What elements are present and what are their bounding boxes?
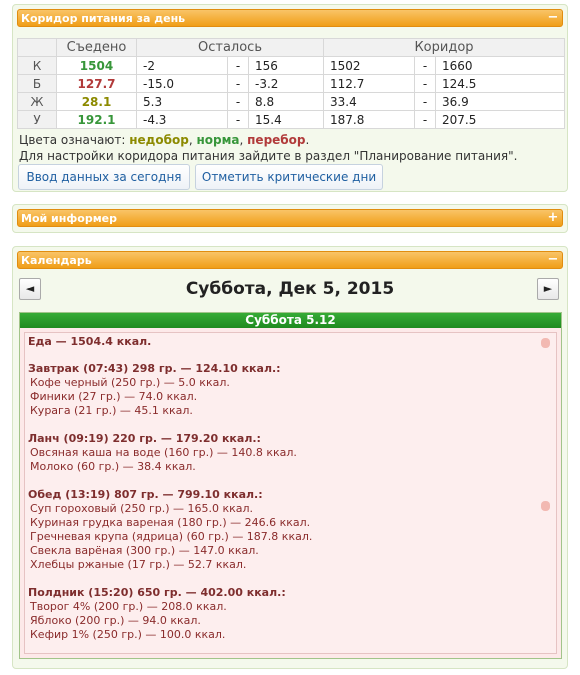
table-corner-cell (17, 38, 57, 57)
arrow-right-icon: ► (543, 282, 553, 295)
corridor-max: 1660 (435, 56, 565, 75)
range-separator: - (414, 74, 436, 93)
range-separator: - (414, 56, 436, 75)
table-row: Ж 28.1 5.3 - 8.8 33.4 - 36.9 (17, 92, 565, 111)
remaining-max: -3.2 (248, 74, 324, 93)
meal-item: Свекла варёная (300 гр.) — 147.0 ккал. (30, 544, 259, 557)
eaten-value: 1504 (56, 56, 137, 75)
corridor-panel-header[interactable]: Коридор питания за день − (17, 9, 563, 27)
planning-info-text: Для настройки коридора питания зайдите в… (19, 149, 518, 163)
eaten-value: 28.1 (56, 92, 137, 111)
input-today-button[interactable]: Ввод данных за сегодня (18, 164, 190, 190)
color-legend: Цвета означают: недобор, норма, перебор. (19, 133, 309, 147)
corridor-max: 207.5 (435, 110, 565, 129)
corridor-panel: Коридор питания за день − Съедено Остало… (12, 4, 568, 192)
meal-item: Творог 4% (200 гр.) — 208.0 ккал. (30, 600, 227, 613)
corridor-min: 187.8 (323, 110, 415, 129)
day-header: Суббота 5.12 (20, 313, 561, 328)
meal-item: Финики (27 гр.) — 74.0 ккал. (30, 390, 198, 403)
meal-item: Суп гороховый (250 гр.) — 165.0 ккал. (30, 502, 254, 515)
meal-snack: Полдник (15:20) 650 гр. — 402.00 ккал.: (28, 586, 286, 599)
mark-critical-days-button[interactable]: Отметить критические дни (195, 164, 383, 190)
range-separator: - (227, 92, 249, 111)
meal-item: Молоко (60 гр.) — 38.4 ккал. (30, 460, 196, 473)
corridor-panel-title: Коридор питания за день (21, 12, 186, 25)
legend-norm: норма (196, 133, 240, 147)
meal-item: Гречневая крупа (ядрица) (60 гр.) — 187.… (30, 530, 313, 543)
corridor-table-header-row: Съедено Осталось Коридор (17, 38, 565, 57)
remaining-max: 156 (248, 56, 324, 75)
meal-item: Кефир 1% (250 гр.) — 100.0 ккал. (30, 628, 226, 641)
remaining-min: -2 (136, 56, 228, 75)
day-total: Еда — 1504.4 ккал. (28, 335, 152, 348)
expand-icon[interactable]: + (547, 210, 559, 226)
legend-prefix: Цвета означают: (19, 133, 130, 147)
table-row: К 1504 -2 - 156 1502 - 1660 (17, 56, 565, 75)
meal-item: Курага (21 гр.) — 45.1 ккал. (30, 404, 193, 417)
informer-panel: Мой информер + (12, 204, 568, 233)
row-label: Б (17, 74, 57, 93)
calendar-nav: ◄ Суббота, Дек 5, 2015 ► (17, 276, 563, 306)
range-separator: - (227, 110, 249, 129)
range-separator: - (227, 56, 249, 75)
meal-item: Хлебцы ржаные (17 гр.) — 52.7 ккал. (30, 558, 247, 571)
meal-item: Яблоко (200 гр.) — 94.0 ккал. (30, 614, 201, 627)
table-row: Б 127.7 -15.0 - -3.2 112.7 - 124.5 (17, 74, 565, 93)
meal-item: Куриная грудка вареная (180 гр.) — 246.6… (30, 516, 311, 529)
calendar-panel-title: Календарь (21, 254, 92, 267)
remaining-min: -4.3 (136, 110, 228, 129)
remaining-min: -15.0 (136, 74, 228, 93)
meal-dinner: Обед (13:19) 807 гр. — 799.10 ккал.: (28, 488, 263, 501)
meal-item: Овсяная каша на воде (160 гр.) — 140.8 к… (30, 446, 297, 459)
remaining-max: 8.8 (248, 92, 324, 111)
meal-breakfast: Завтрак (07:43) 298 гр. — 124.10 ккал.: (28, 362, 281, 375)
hand-pointer-icon (541, 501, 550, 511)
table-row: У 192.1 -4.3 - 15.4 187.8 - 207.5 (17, 110, 565, 129)
col-header-corridor: Коридор (323, 38, 565, 57)
meal-item: Кофе черный (250 гр.) — 5.0 ккал. (30, 376, 230, 389)
corridor-min: 112.7 (323, 74, 415, 93)
row-label: К (17, 56, 57, 75)
calendar-date-title: Суббота, Дек 5, 2015 (185, 279, 395, 299)
meal-lunch: Ланч (09:19) 220 гр. — 179.20 ккал.: (28, 432, 261, 445)
collapse-icon[interactable]: − (547, 252, 559, 268)
day-content: Еда — 1504.4 ккал. Завтрак (07:43) 298 г… (24, 332, 557, 654)
corridor-max: 36.9 (435, 92, 565, 111)
corridor-min: 1502 (323, 56, 415, 75)
row-label: У (17, 110, 57, 129)
calendar-panel: Календарь − ◄ Суббота, Дек 5, 2015 ► Суб… (12, 246, 568, 669)
col-header-remaining: Осталось (136, 38, 324, 57)
legend-under: недобор (129, 133, 189, 147)
legend-end: . (305, 133, 310, 147)
range-separator: - (414, 110, 436, 129)
corridor-min: 33.4 (323, 92, 415, 111)
corridor-max: 124.5 (435, 74, 565, 93)
informer-panel-header[interactable]: Мой информер + (17, 209, 563, 227)
day-cell: Суббота 5.12 Еда — 1504.4 ккал. Завтрак … (19, 312, 562, 659)
informer-panel-title: Мой информер (21, 212, 118, 225)
hand-pointer-icon (541, 338, 550, 348)
eaten-value: 192.1 (56, 110, 137, 129)
corridor-table: Съедено Осталось Коридор К 1504 -2 - 156… (17, 38, 565, 129)
range-separator: - (414, 92, 436, 111)
next-day-button[interactable]: ► (537, 278, 559, 300)
legend-over: перебор (247, 133, 306, 147)
remaining-max: 15.4 (248, 110, 324, 129)
col-header-eaten: Съедено (56, 38, 137, 57)
collapse-icon[interactable]: − (547, 10, 559, 26)
legend-comma: , (239, 133, 248, 147)
remaining-min: 5.3 (136, 92, 228, 111)
eaten-value: 127.7 (56, 74, 137, 93)
range-separator: - (227, 74, 249, 93)
calendar-panel-header[interactable]: Календарь − (17, 251, 563, 269)
row-label: Ж (17, 92, 57, 111)
